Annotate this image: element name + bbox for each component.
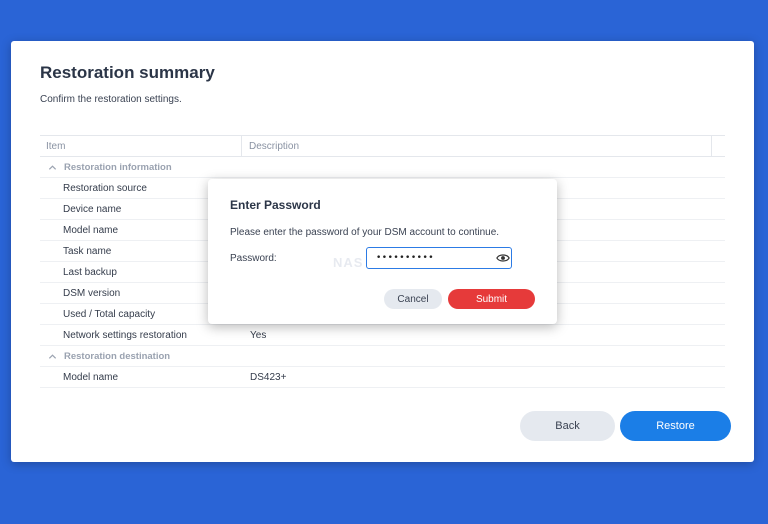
table-row: Network settings restoration Yes [40, 325, 725, 346]
row-description: DS423+ [250, 371, 287, 383]
row-item: Network settings restoration [63, 329, 187, 341]
column-header-item[interactable]: Item [40, 136, 242, 156]
dialog-title: Enter Password [230, 198, 321, 212]
group-restoration-information[interactable]: Restoration information [40, 157, 725, 178]
chevron-up-icon[interactable] [48, 163, 57, 172]
group-label: Restoration destination [64, 350, 171, 362]
table-header: Item Description [40, 135, 725, 157]
chevron-up-icon[interactable] [48, 352, 57, 361]
dialog-message: Please enter the password of your DSM ac… [230, 227, 500, 238]
page-title: Restoration summary [40, 63, 215, 82]
column-header-description[interactable]: Description [242, 136, 712, 156]
group-label: Restoration information [64, 161, 172, 173]
restore-button[interactable]: Restore [620, 411, 731, 441]
eye-icon[interactable] [496, 251, 510, 265]
back-button[interactable]: Back [520, 411, 615, 441]
password-field[interactable] [366, 247, 512, 269]
row-description: Yes [250, 329, 267, 341]
table-row: Model name DS423+ [40, 367, 725, 388]
submit-button[interactable]: Submit [448, 289, 535, 309]
cancel-button[interactable]: Cancel [384, 289, 442, 309]
password-label: Password: [230, 253, 277, 264]
group-restoration-destination[interactable]: Restoration destination [40, 346, 725, 367]
password-input[interactable] [376, 253, 494, 263]
row-item: Model name [63, 371, 119, 383]
page-subtitle: Confirm the restoration settings. [40, 94, 182, 105]
enter-password-dialog: Enter Password Please enter the password… [208, 179, 557, 324]
